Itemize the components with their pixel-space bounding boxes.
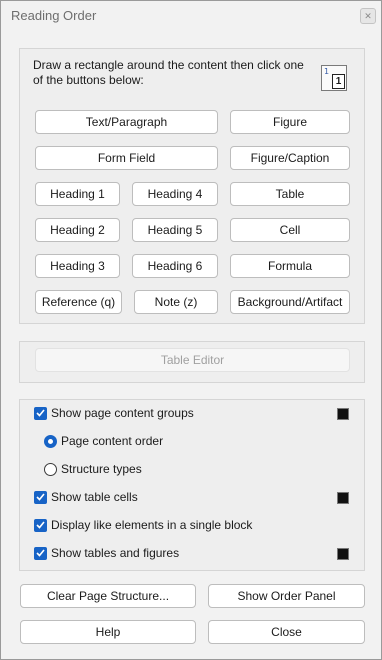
close-button[interactable]: Close [208, 620, 365, 644]
heading-2-button[interactable]: Heading 2 [35, 218, 120, 242]
show-order-panel-button[interactable]: Show Order Panel [208, 584, 365, 608]
heading-3-button[interactable]: Heading 3 [35, 254, 120, 278]
show-table-cells-row[interactable]: Show table cells [34, 489, 138, 505]
heading-5-button[interactable]: Heading 5 [132, 218, 218, 242]
formula-button[interactable]: Formula [230, 254, 350, 278]
figure-caption-button[interactable]: Figure/Caption [230, 146, 350, 170]
note-button[interactable]: Note (z) [134, 290, 218, 314]
reading-order-tool-icon[interactable]: 1 1 [321, 65, 347, 91]
cell-button[interactable]: Cell [230, 218, 350, 242]
structure-types-label: Structure types [61, 462, 142, 476]
table-editor-button[interactable]: Table Editor [35, 348, 350, 372]
close-icon[interactable]: ✕ [360, 8, 376, 24]
help-button[interactable]: Help [20, 620, 196, 644]
page-content-order-label: Page content order [61, 434, 164, 448]
page-content-order-radio[interactable] [44, 434, 57, 448]
form-field-button[interactable]: Form Field [35, 146, 218, 170]
heading-4-button[interactable]: Heading 4 [132, 182, 218, 206]
instructions-text: Draw a rectangle around the content then… [33, 58, 304, 87]
heading-6-button[interactable]: Heading 6 [132, 254, 218, 278]
table-cells-color-swatch[interactable] [337, 492, 349, 504]
show-groups-row[interactable]: Show page content groups [34, 405, 194, 421]
show-table-cells-label: Show table cells [51, 490, 138, 504]
heading-1-button[interactable]: Heading 1 [35, 182, 120, 206]
show-tables-figures-label: Show tables and figures [51, 546, 180, 560]
reading-order-dialog: Reading Order ✕ Draw a rectangle around … [0, 0, 382, 660]
text-paragraph-button[interactable]: Text/Paragraph [35, 110, 218, 134]
title-bar[interactable]: Reading Order ✕ [1, 1, 381, 29]
show-tables-figures-row[interactable]: Show tables and figures [34, 545, 179, 561]
show-groups-label: Show page content groups [51, 406, 194, 420]
figure-button[interactable]: Figure [230, 110, 350, 134]
table-button[interactable]: Table [230, 182, 350, 206]
display-like-checkbox[interactable] [34, 518, 47, 532]
show-tables-figures-checkbox[interactable] [34, 546, 47, 560]
background-artifact-button[interactable]: Background/Artifact [230, 290, 350, 314]
structure-types-row[interactable]: Structure types [44, 461, 142, 477]
page-content-order-row[interactable]: Page content order [44, 433, 163, 449]
show-table-cells-checkbox[interactable] [34, 490, 47, 504]
display-like-row[interactable]: Display like elements in a single block [34, 517, 252, 533]
show-groups-checkbox[interactable] [34, 406, 47, 420]
display-like-label: Display like elements in a single block [51, 518, 253, 532]
groups-color-swatch[interactable] [337, 408, 349, 420]
clear-page-structure-button[interactable]: Clear Page Structure... [20, 584, 196, 608]
reference-button[interactable]: Reference (q) [35, 290, 122, 314]
dialog-title: Reading Order [11, 8, 97, 23]
structure-types-radio[interactable] [44, 462, 57, 476]
tables-figures-color-swatch[interactable] [337, 548, 349, 560]
